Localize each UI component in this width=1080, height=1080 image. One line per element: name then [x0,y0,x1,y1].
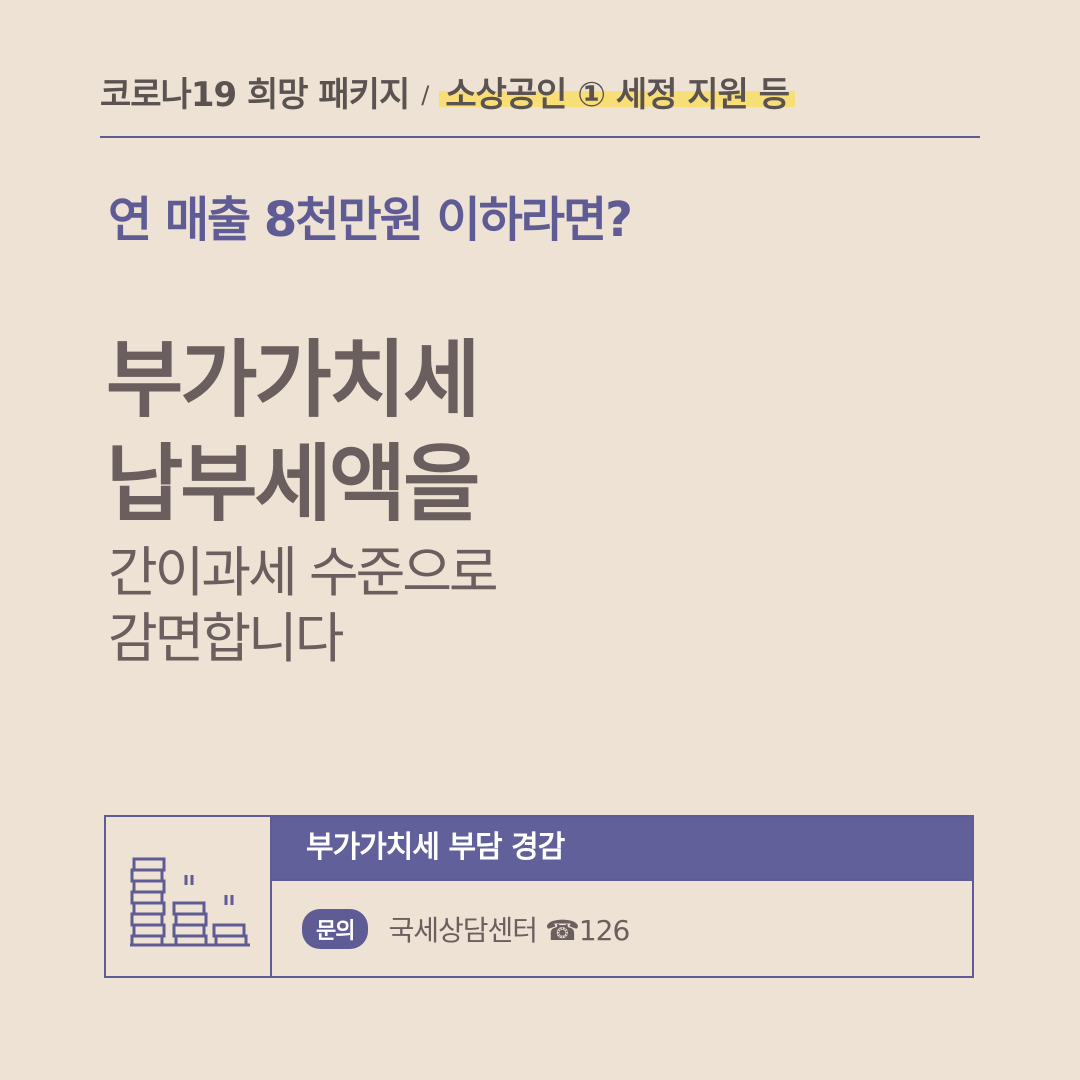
question-heading: 연 매출 8천만원 이하라면? [108,192,633,248]
subline-line-1: 간이과세 수준으로 [108,541,499,604]
icon-cell [106,817,272,976]
info-box: 부가가치세 부담 경감 문의 국세상담센터 ☎126 [104,815,974,978]
header-separator: / [421,81,430,109]
inquiry-badge: 문의 [302,908,369,949]
contact-row: 문의 국세상담센터 ☎126 [272,879,972,976]
subline: 간이과세 수준으로 감면합니다 [108,540,499,672]
info-box-title: 부가가치세 부담 경감 [272,817,972,879]
contact-text: 국세상담센터 ☎126 [388,913,630,947]
headline: 부가가치세 납부세액을 [106,328,480,536]
headline-line-2: 납부세액을 [106,435,480,533]
header-topic: 소상공인 ① 세정 지원 등 [439,70,795,120]
headline-line-1: 부가가치세 [106,331,480,429]
coin-stacks-icon [130,857,250,947]
header-category: 코로나19 희망 패키지 [100,75,410,115]
header-topic-text: 소상공인 ① 세정 지원 등 [445,75,790,115]
subline-line-2: 감면합니다 [108,607,344,670]
page-header: 코로나19 희망 패키지 / 소상공인 ① 세정 지원 등 [100,70,980,138]
